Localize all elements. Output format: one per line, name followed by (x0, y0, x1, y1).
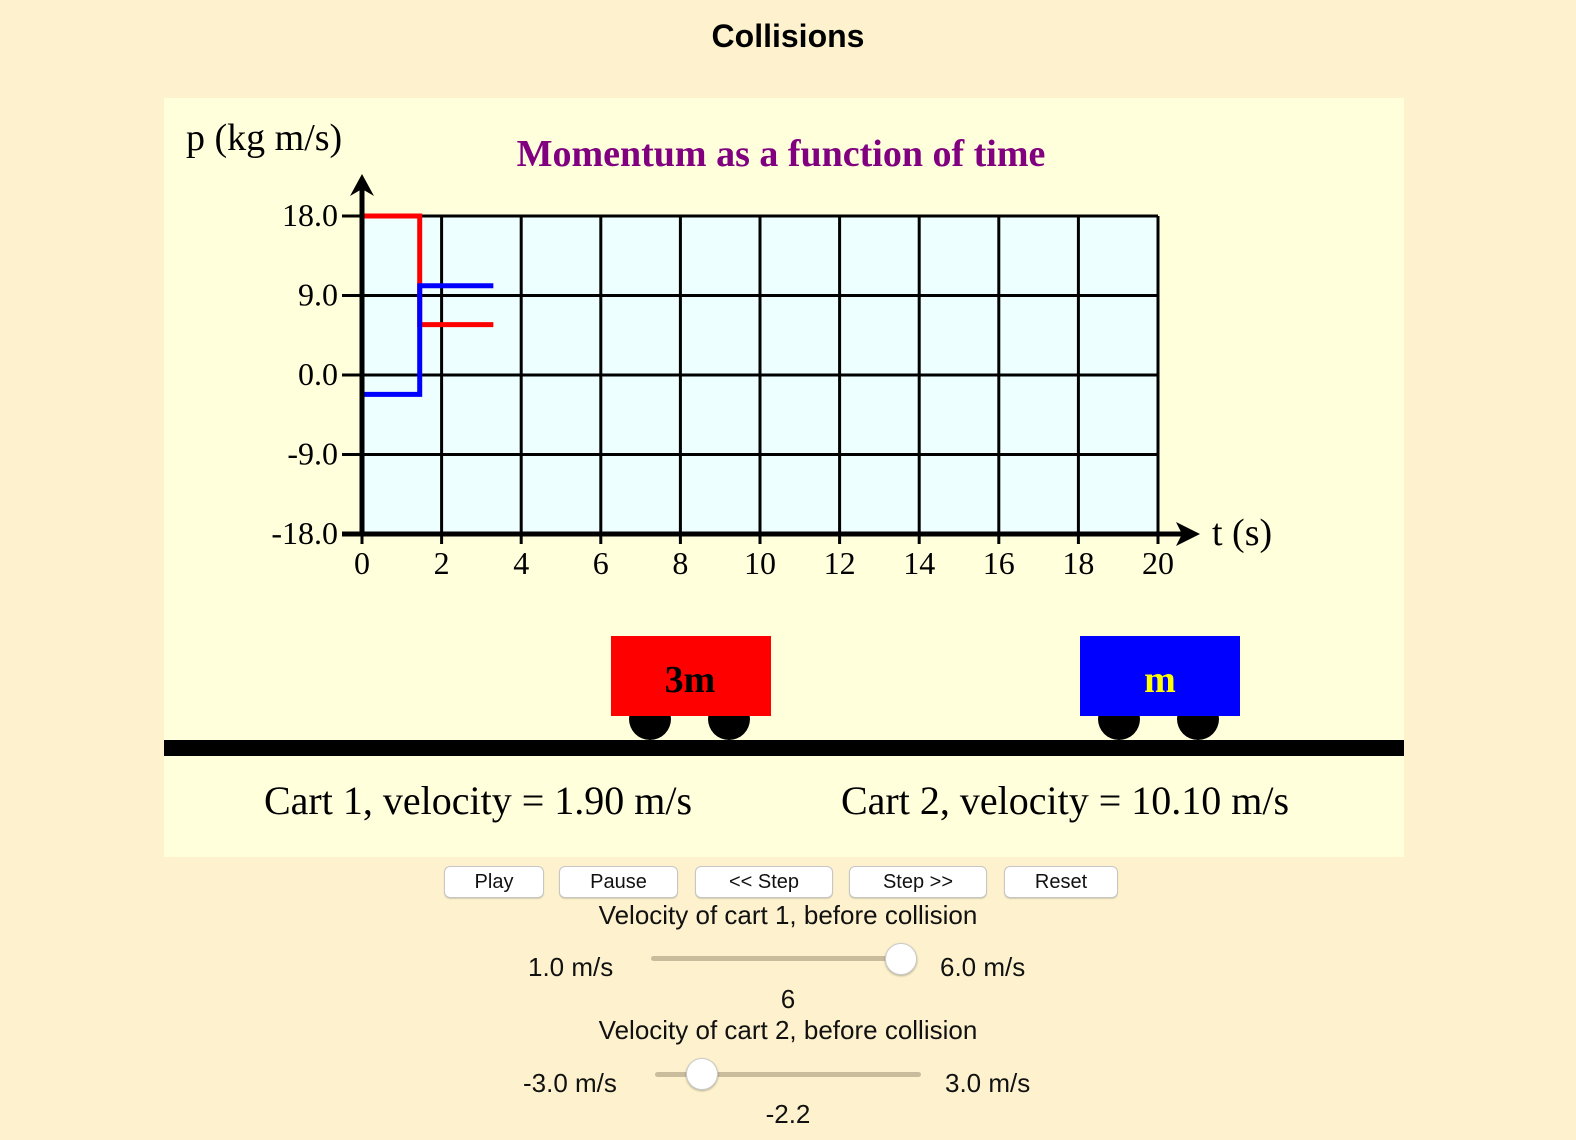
slider-2-thumb[interactable] (686, 1058, 719, 1090)
cart-2: m (1080, 636, 1240, 740)
slider-1-label: Velocity of cart 1, before collision (598, 900, 978, 930)
track (164, 740, 1404, 756)
simulation-canvas: p (kg m/s) Momentum as a function of tim… (164, 98, 1404, 857)
x-tick-label: 20 (1142, 545, 1174, 581)
pause-button[interactable]: Pause (559, 866, 678, 898)
x-tick-label: 2 (434, 545, 450, 581)
y-tick-label: -9.0 (287, 436, 338, 472)
playback-controls: Play Pause << Step Step >> Reset (0, 866, 1576, 900)
cart-2-mass-label: m (1144, 659, 1176, 701)
x-tick-label: 0 (354, 545, 370, 581)
momentum-chart: p (kg m/s) Momentum as a function of tim… (164, 117, 1404, 823)
slider-2-label: Velocity of cart 2, before collision (598, 1015, 978, 1045)
cart-1-velocity-readout: Cart 1, velocity = 1.90 m/s (264, 778, 692, 823)
reset-button[interactable]: Reset (1004, 866, 1118, 898)
play-button[interactable]: Play (444, 866, 544, 898)
slider-1-min-label: 1.0 m/s (528, 952, 614, 982)
slider-1-track[interactable] (651, 956, 917, 961)
cart-1: 3m (611, 636, 771, 740)
cart-2-velocity-readout: Cart 2, velocity = 10.10 m/s (841, 778, 1289, 823)
y-tick-label: 18.0 (282, 197, 338, 233)
y-axis-label: p (kg m/s) (186, 117, 342, 159)
step-back-button[interactable]: << Step (695, 866, 833, 898)
x-tick-label: 6 (593, 545, 609, 581)
y-tick-label: -18.0 (271, 515, 338, 551)
slider-1-thumb[interactable] (885, 943, 917, 975)
page-title: Collisions (711, 18, 865, 54)
y-tick-label: 0.0 (298, 356, 338, 392)
slider-1-value: 6 (780, 984, 796, 1014)
x-tick-label: 8 (672, 545, 688, 581)
step-forward-button[interactable]: Step >> (849, 866, 987, 898)
x-tick-label: 18 (1062, 545, 1094, 581)
cart-1-mass-label: 3m (665, 659, 716, 701)
slider-2-max-label: 3.0 m/s (945, 1068, 1031, 1098)
x-tick-label: 12 (824, 545, 856, 581)
x-tick-label: 4 (513, 545, 529, 581)
chart-title: Momentum as a function of time (517, 133, 1046, 175)
x-tick-label: 10 (744, 545, 776, 581)
y-tick-label: 9.0 (298, 277, 338, 313)
slider-2-value: -2.2 (765, 1099, 811, 1129)
x-axis-label: t (s) (1212, 512, 1272, 554)
slider-2-min-label: -3.0 m/s (523, 1068, 617, 1098)
x-tick-label: 14 (903, 545, 935, 581)
slider-1-max-label: 6.0 m/s (940, 952, 1026, 982)
x-tick-label: 16 (983, 545, 1015, 581)
